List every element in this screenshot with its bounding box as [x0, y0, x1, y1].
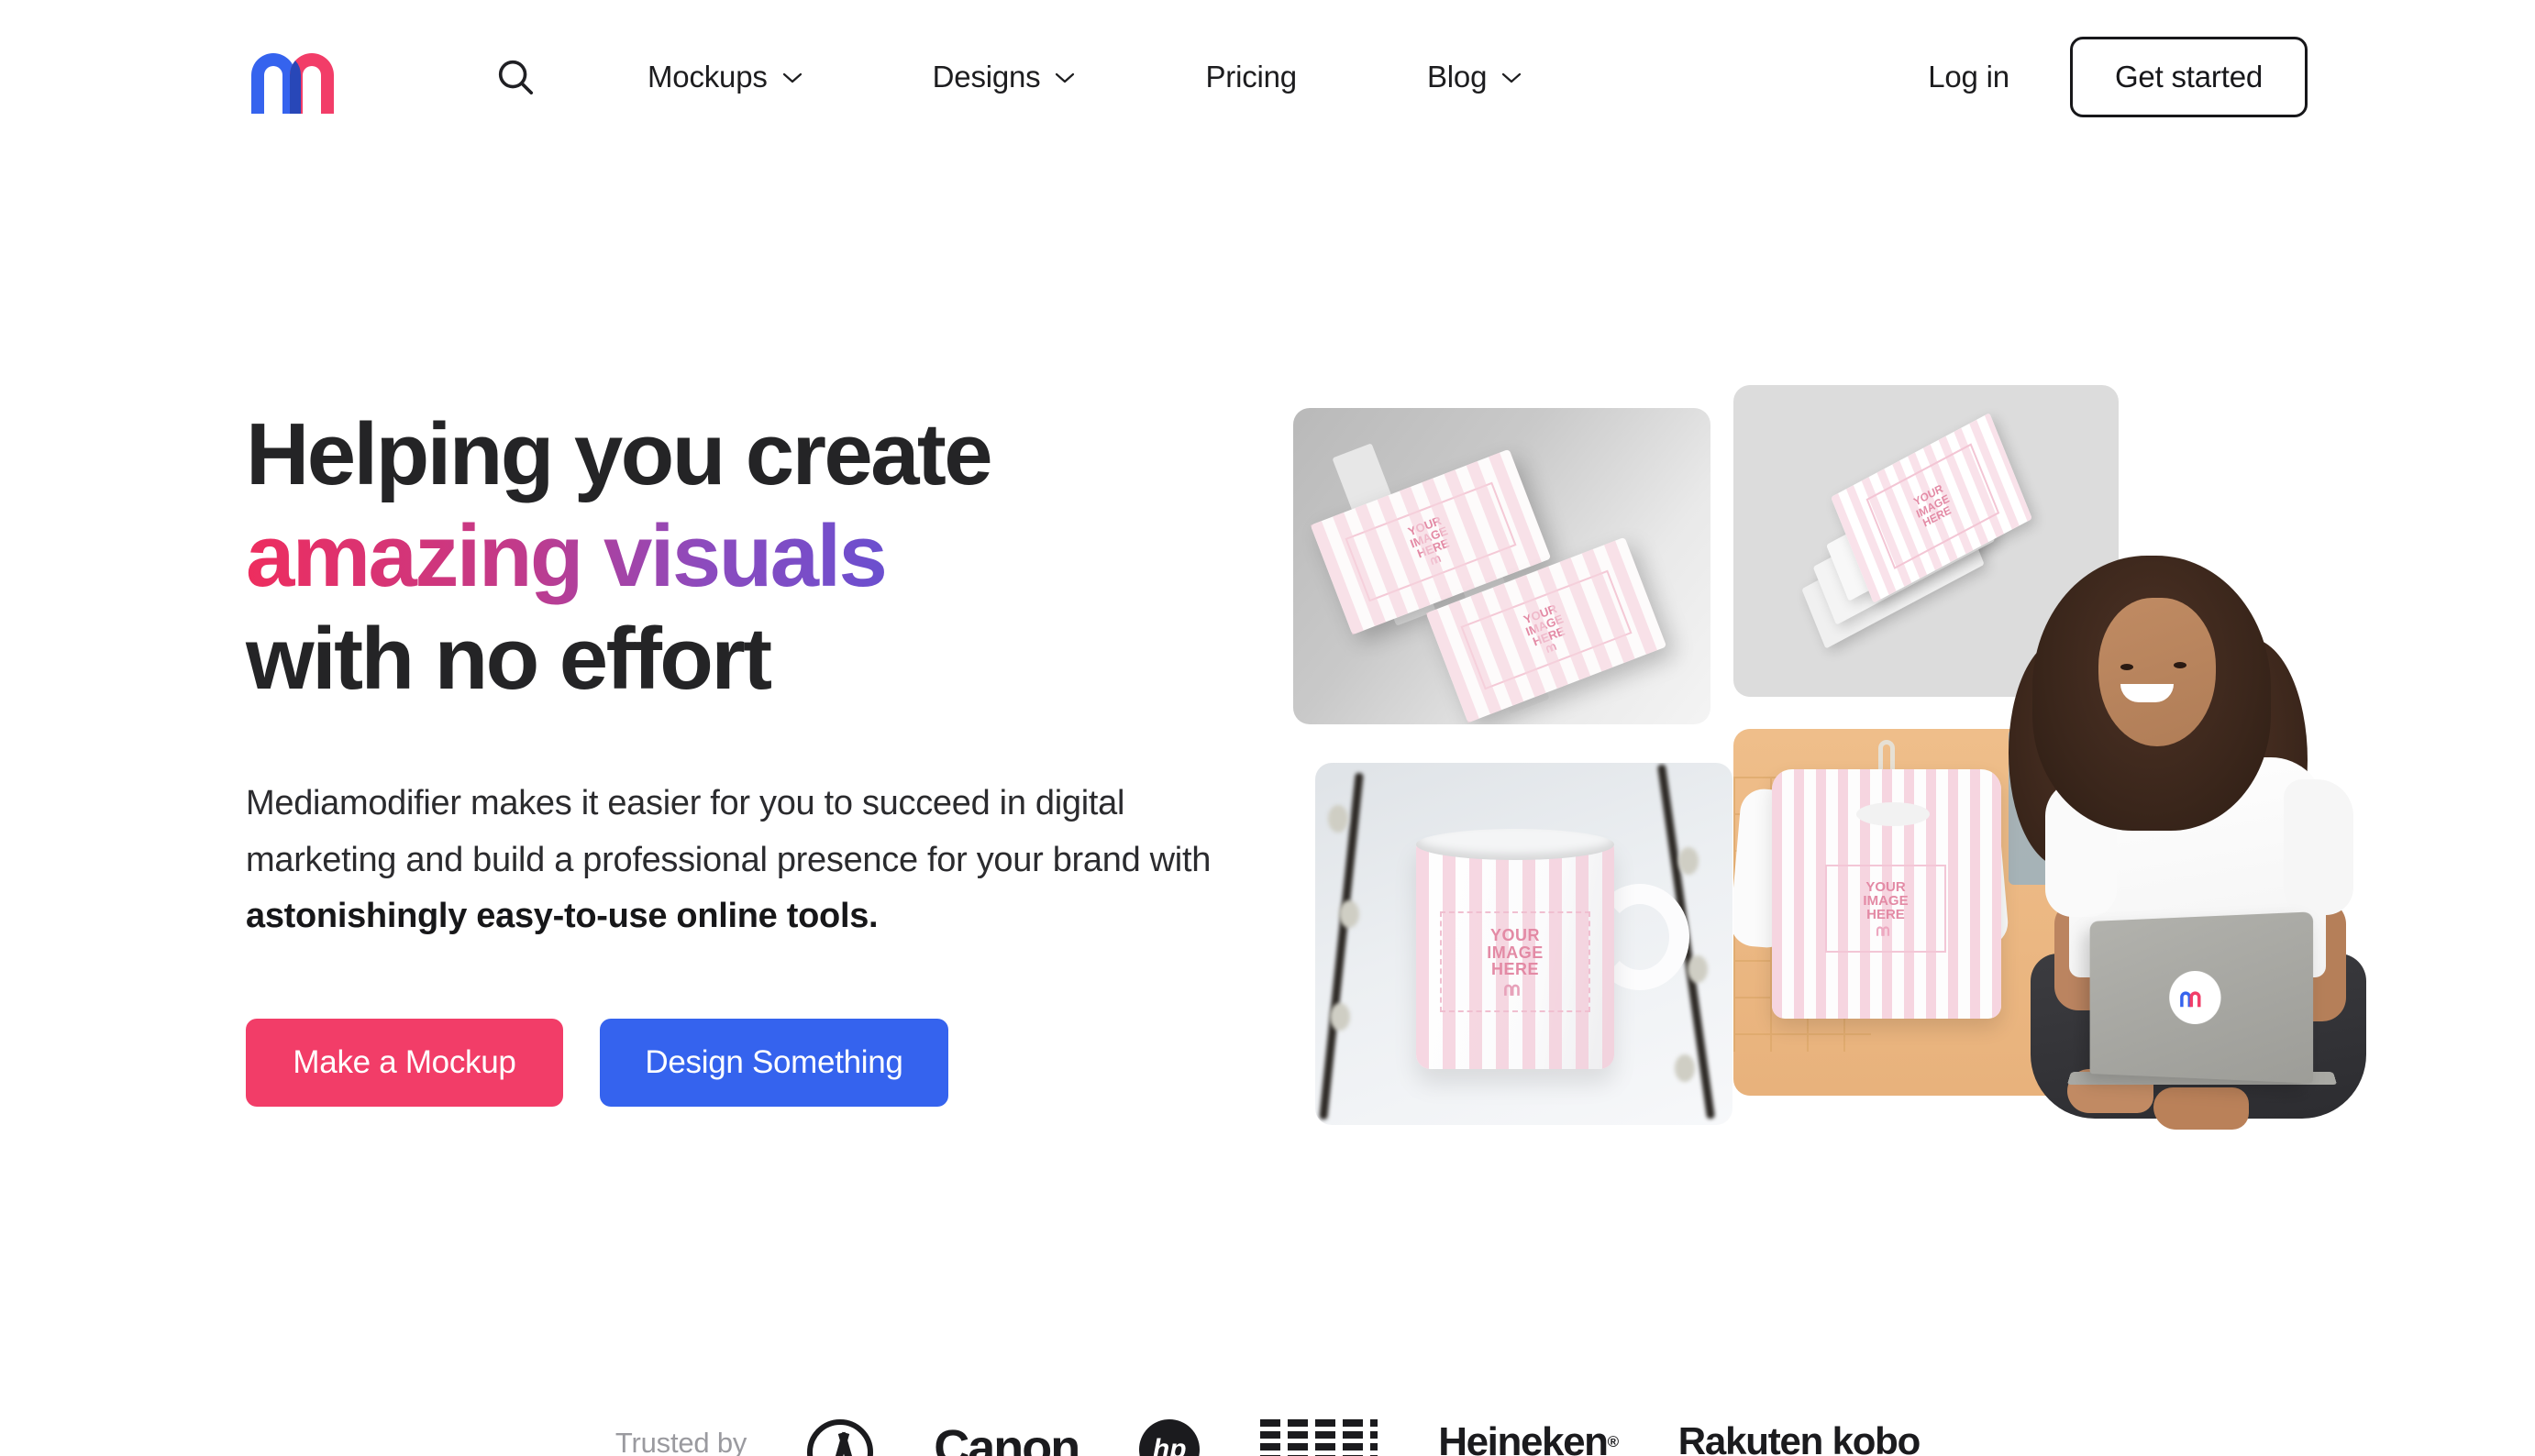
model-face	[2098, 598, 2216, 746]
trusted-by-label: Trusted by	[614, 1427, 747, 1456]
search-icon[interactable]	[486, 48, 545, 106]
make-a-mockup-button[interactable]: Make a Mockup	[246, 1018, 563, 1107]
hero-paragraph-bold: astonishingly easy-to-use online tools.	[246, 897, 879, 936]
chevron-down-icon	[782, 72, 802, 83]
placeholder-line-2: IMAGE	[1487, 943, 1544, 962]
nav-label: Pricing	[1205, 60, 1297, 94]
brand-logo-rakuten-kobo: Rakuten kobo	[1677, 1419, 1921, 1456]
placeholder-frame: YOUR IMAGE HERE	[1825, 865, 1946, 953]
get-started-button[interactable]: Get started	[2069, 37, 2308, 117]
brand-logo-heineken: Heineken ®	[1438, 1419, 1619, 1456]
page-title: Helping you create amazing visuals with …	[246, 403, 1310, 710]
sweatshirt-collar	[1856, 802, 1930, 826]
willow-bud	[1688, 955, 1708, 983]
chevron-down-icon	[1056, 72, 1075, 83]
model-eye	[2174, 662, 2186, 668]
model-sleeve	[2284, 779, 2353, 915]
nav-label: Mockups	[648, 60, 768, 94]
hanger-hook	[1878, 740, 1895, 771]
nav-item-mockups[interactable]: Mockups	[614, 48, 836, 106]
placeholder-line-1: YOUR	[1489, 926, 1540, 945]
primary-nav: Mockups Designs Pricing Blog	[614, 48, 1555, 106]
hero-mockup-collage: YOUR IMAGE HERE YOUR IMAGE HERE YOUR IMA…	[1284, 385, 2366, 1284]
business-cards-mockup[interactable]: YOUR IMAGE HERE YOUR IMAGE HE	[1293, 408, 1710, 724]
mediamodifier-logo[interactable]	[246, 39, 374, 116]
mug-body: YOUR IMAGE HERE	[1416, 840, 1614, 1069]
site-header: Mockups Designs Pricing Blog Log in Get …	[0, 0, 2535, 154]
logo-sticker	[2169, 970, 2221, 1025]
placeholder-frame: YOUR IMAGE HERE	[1440, 911, 1590, 1012]
hero-paragraph: Mediamodifier makes it easier for you to…	[246, 776, 1255, 945]
trusted-by-strip: Trusted by Canon hp Heineken ® Rakuten ko…	[0, 1419, 2535, 1456]
nav-label: Blog	[1426, 60, 1488, 94]
coffee-mug-mockup[interactable]: YOUR IMAGE HERE	[1315, 763, 1732, 1125]
model-foot	[2153, 1087, 2249, 1130]
brand-logo-canon: Canon	[934, 1420, 1080, 1456]
hero-paragraph-plain: Mediamodifier makes it easier for you to…	[246, 784, 1212, 879]
placeholder-line-3: HERE	[1866, 907, 1905, 923]
landing-page: Mockups Designs Pricing Blog Log in Get …	[0, 0, 2535, 1456]
login-link[interactable]: Log in	[1928, 60, 2009, 94]
laptop	[2089, 911, 2314, 1084]
willow-bud	[1675, 1054, 1695, 1082]
hero-copy: Helping you create amazing visuals with …	[246, 403, 1310, 1107]
willow-bud	[1328, 805, 1348, 833]
headline-line-3: with no effort	[246, 609, 772, 708]
m-watermark-icon	[1504, 984, 1520, 996]
model-eye	[2120, 664, 2133, 670]
headline-line-2-gradient: amazing visuals	[246, 505, 888, 607]
sweatshirt-body: YOUR IMAGE HERE	[1772, 769, 2001, 1019]
design-something-button[interactable]: Design Something	[600, 1018, 948, 1107]
willow-bud	[1330, 1003, 1350, 1031]
willow-bud	[1678, 847, 1699, 875]
willow-bud	[1339, 900, 1359, 928]
header-actions: Log in Get started	[1928, 37, 2308, 117]
placeholder-line-3: HERE	[1490, 960, 1539, 979]
nav-label: Designs	[932, 60, 1041, 94]
mug-rim	[1416, 829, 1614, 860]
nav-item-designs[interactable]: Designs	[900, 48, 1109, 106]
model-photo	[1981, 550, 2375, 1137]
chevron-down-icon	[1502, 72, 1522, 83]
nav-item-pricing[interactable]: Pricing	[1172, 48, 1329, 106]
brand-logo-hp: hp	[1139, 1419, 1201, 1456]
nav-item-blog[interactable]: Blog	[1394, 48, 1555, 106]
headline-line-1: Helping you create	[246, 405, 993, 503]
brand-logo-volkswagen	[807, 1419, 874, 1456]
m-watermark-icon	[1876, 926, 1890, 937]
hero-cta-row: Make a Mockup Design Something	[246, 1018, 1310, 1107]
brand-logo-ibm	[1260, 1419, 1378, 1456]
